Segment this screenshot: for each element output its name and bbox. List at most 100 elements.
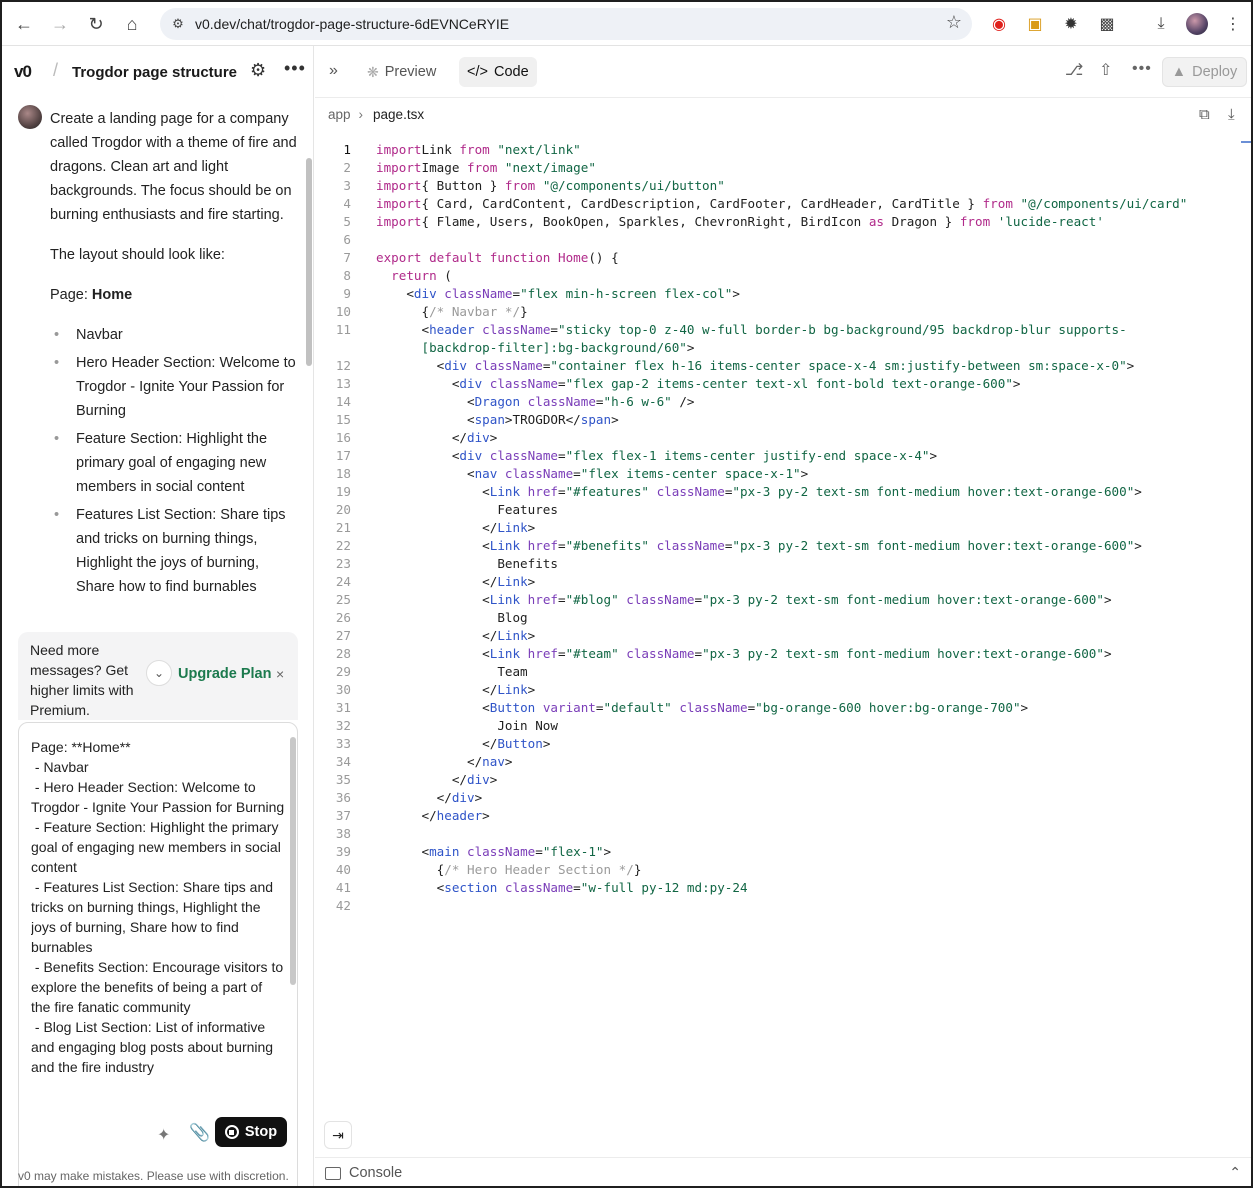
branch-icon[interactable]: ⎇ [1065,60,1083,80]
tab-preview[interactable]: ❋ Preview [359,57,444,87]
code-token: as [868,214,885,229]
more-options-icon[interactable]: ••• [284,58,306,79]
code-token: from [959,214,991,229]
more-options-icon[interactable]: ••• [1132,60,1152,78]
back-arrow-icon[interactable]: ← [11,11,37,37]
color-picker-extension-icon[interactable]: ▣ [1024,13,1046,35]
stop-label: Stop [244,1124,278,1140]
address-bar[interactable]: ⚙ v0.dev/chat/trogdor-page-structure-6dE… [160,8,972,40]
deploy-button[interactable]: ▲ Deploy [1162,57,1247,87]
message-scrollbar[interactable] [306,158,312,366]
code-token: className [671,700,748,715]
site-settings-icon[interactable]: ⚙ [166,12,190,36]
chat-sidebar: v0 / Trogdor page structure ⚙ ••• Create… [2,46,314,1186]
gear-icon[interactable]: ⚙ [250,60,266,81]
prompt-composer[interactable]: Page: **Home** - Navbar - Hero Header Se… [18,722,298,1186]
chevrons-up-icon[interactable]: ⌃ [1229,1164,1241,1181]
code-token: > [800,466,809,481]
breadcrumb-file[interactable]: page.tsx [373,107,424,122]
browser-toolbar: ← → ↻ ⌂ ⚙ v0.dev/chat/trogdor-page-struc… [2,2,1251,46]
code-text: [backdrop-filter]:bg-background/60"> [376,339,694,357]
line-number: 14 [335,394,351,409]
code-token: { Flame, Users, BookOpen, Sparkles, Chev… [421,214,869,229]
code-token: > [474,790,483,805]
code-editor[interactable]: 1 importLink from "next/link" 2 importImage… [315,141,1251,921]
code-token: > [732,286,740,301]
code-token: Button [497,736,543,751]
code-text: </header> [376,807,489,825]
code-text: </Link> [376,681,535,699]
forward-arrow-icon[interactable]: → [47,11,73,37]
line-number: 12 [335,358,351,373]
code-text: <div className="flex gap-2 items-center … [376,375,1021,393]
share-icon[interactable]: ⇧ [1099,60,1112,80]
code-token: "h-6 w-6" [603,394,672,409]
code-token: "flex-1" [542,844,604,859]
download-file-icon[interactable]: ⤓ [1228,106,1235,123]
copy-icon[interactable]: ⧉ [1199,106,1210,123]
code-token: Link [497,520,528,535]
code-text: <Link href="#features" className="px-3 p… [376,483,1142,501]
code-token: > [611,412,619,427]
paperclip-icon[interactable]: 📎 [189,1123,210,1143]
prompt-textarea[interactable]: Page: **Home** - Navbar - Hero Header Se… [31,737,285,1103]
code-text: <nav className="flex items-center space-… [376,465,808,483]
profile-avatar[interactable] [1186,13,1208,35]
code-token: > [686,340,695,355]
code-token: { Button } [421,178,505,193]
code-token: className [482,376,558,391]
code-token: "px-3 py-2 text-sm font-medium hover:tex… [732,484,1135,499]
code-token: [backdrop-filter]:bg-background/60" [376,340,687,355]
extensions-puzzle-icon[interactable]: ▩ [1096,13,1118,35]
chevron-down-icon[interactable]: ⌄ [146,660,172,686]
code-token: = [595,700,604,715]
download-icon[interactable]: ⤓ [1150,13,1172,35]
collapse-sidebar-icon[interactable]: » [329,62,338,80]
code-token: "#features" [565,484,649,499]
message-list[interactable]: Create a landing page for a company call… [2,98,314,628]
close-icon[interactable]: × [276,666,284,682]
code-token: className [482,448,558,463]
code-token: import [376,196,422,211]
stop-button[interactable]: Stop [215,1117,287,1147]
code-token: < [376,880,445,895]
code-token: > [489,772,498,787]
code-token: > [929,448,938,463]
page-label: Page: [50,287,92,303]
breadcrumb-folder[interactable]: app [328,107,351,122]
line-number: 37 [335,808,351,823]
composer-scrollbar[interactable] [290,737,296,985]
home-icon[interactable]: ⌂ [119,11,145,37]
bookmark-star-icon[interactable]: ☆ [946,12,962,33]
v0-logo[interactable]: v0 [14,62,32,82]
code-token: } [520,304,528,319]
code-token: className [497,466,574,481]
code-token: span [474,412,505,427]
gear-extension-icon[interactable]: ✹ [1060,13,1082,35]
console-toggle[interactable]: Console [325,1165,402,1181]
reload-icon[interactable]: ↻ [83,11,109,37]
opera-extension-icon[interactable]: ◉ [988,13,1010,35]
code-token: Link [489,646,521,661]
code-token: /> [671,394,695,409]
line-number: 3 [343,178,351,193]
code-token: div [444,358,467,373]
message-paragraph: The layout should look like: [50,247,225,263]
tab-code[interactable]: </> Code [459,57,537,87]
chat-title[interactable]: Trogdor page structure [72,64,237,81]
code-token: > [504,754,513,769]
code-token: div [413,286,437,301]
code-token: header [429,322,475,337]
code-token: from [504,178,536,193]
code-token: = [573,880,581,895]
browser-menu-icon[interactable]: ⋮ [1222,13,1244,35]
code-token: < [376,358,445,373]
code-token: "#benefits" [565,538,649,553]
upgrade-plan-link[interactable]: Upgrade Plan [178,666,271,682]
code-token: import [376,214,422,229]
code-token: > [1103,592,1112,607]
url-text[interactable]: v0.dev/chat/trogdor-page-structure-6dEVN… [195,16,509,32]
sparkle-icon[interactable]: ✦ [157,1125,170,1145]
expand-panel-icon[interactable]: ⇥ [324,1121,352,1149]
